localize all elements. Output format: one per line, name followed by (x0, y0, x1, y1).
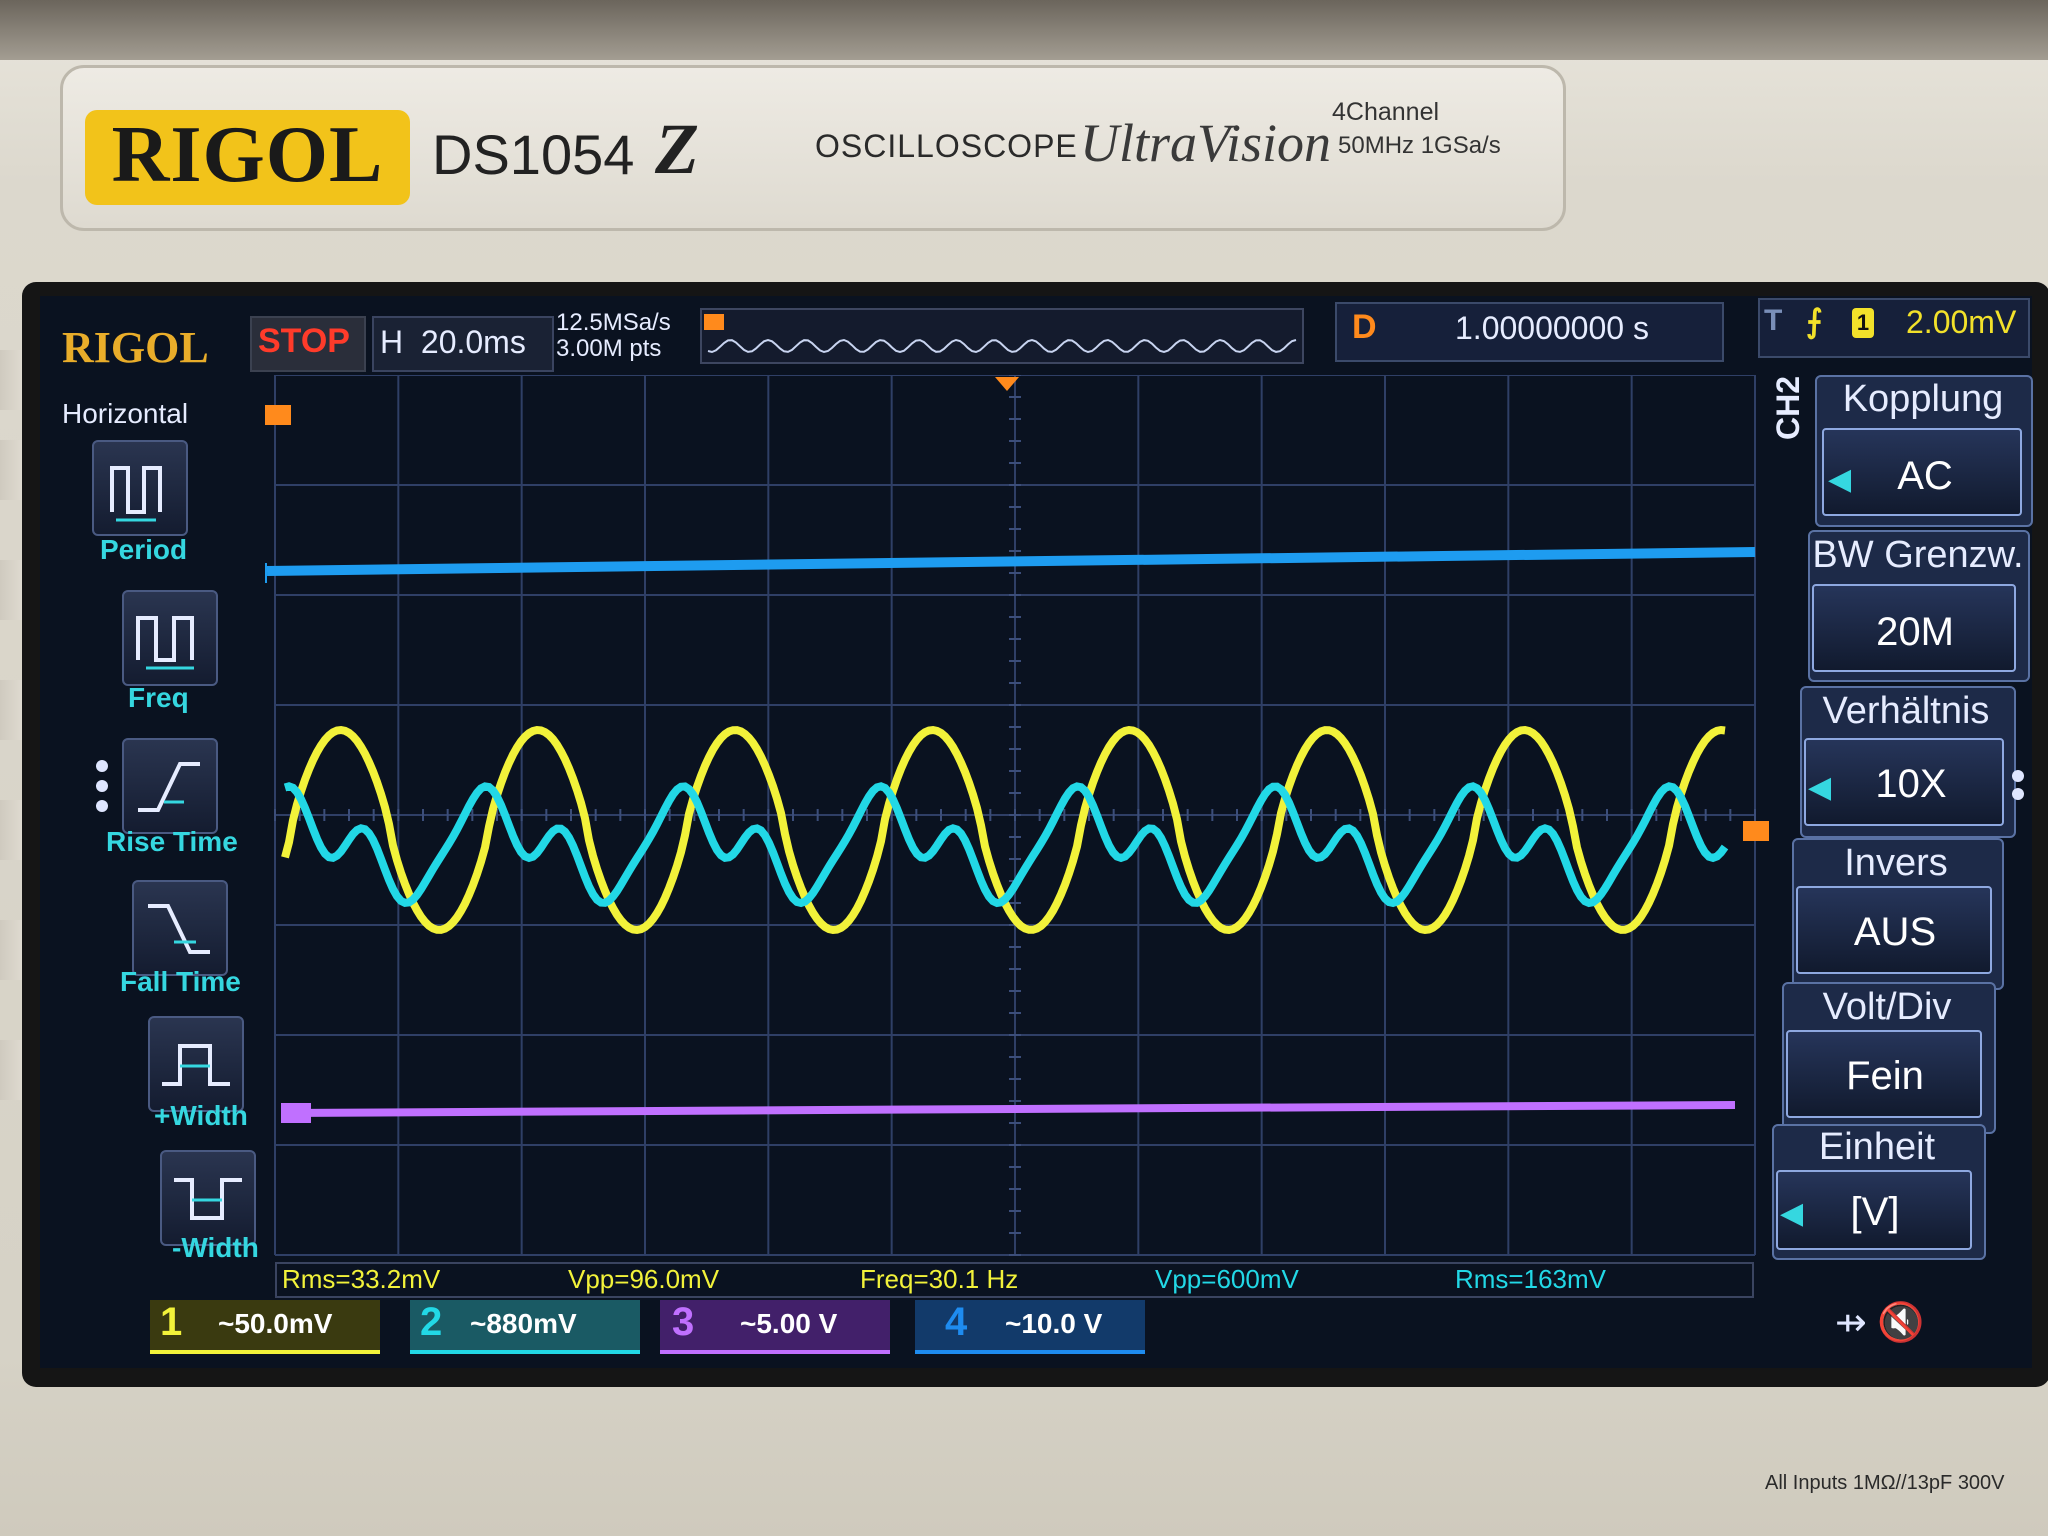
rising-edge-icon: ⨍ (1806, 303, 1823, 339)
channel-2-scale: ~880mV (470, 1308, 577, 1339)
volt-div-value: Fein (1846, 1054, 1924, 1098)
fall-time-label: Fall Time (120, 966, 241, 997)
measurement-ch1-rms: Rms=33.2mV (282, 1264, 441, 1294)
bw-limit-value: 20M (1876, 610, 1954, 654)
fall-time-icon (148, 904, 210, 954)
volt-div-title: Volt/Div (1822, 986, 1952, 1028)
spec-channels: 4Channel (1332, 98, 1440, 126)
channel-2-number: 2 (420, 1300, 443, 1344)
unit-title: Einheit (1818, 1126, 1936, 1168)
channel-1-scale: ~50.0mV (218, 1308, 333, 1339)
channel-3-scale: ~5.00 V (740, 1308, 838, 1339)
period-button[interactable] (92, 440, 188, 536)
channel-3-trace (284, 1101, 1736, 1117)
delay-label: D (1352, 308, 1377, 346)
sample-info: 12.5MSa/s 3.00M pts (556, 310, 671, 362)
measurement-ch2-rms: Rms=163mV (1455, 1264, 1606, 1294)
select-arrow-icon: ◀ (1828, 463, 1852, 496)
measurement-ch1-freq: Freq=30.1 Hz (860, 1264, 1019, 1294)
more-indicator-dot (2012, 770, 2024, 782)
kopplung-title: Kopplung (1842, 378, 2004, 420)
memory-depth: 3.00M pts (556, 335, 662, 362)
memory-waveform-overview (704, 314, 1297, 354)
freq-label: Freq (128, 682, 189, 713)
model-number: DS1054 (432, 123, 635, 186)
rise-time-icon (138, 762, 200, 812)
channel-3-number: 3 (672, 1300, 695, 1344)
model-suffix: Z (655, 109, 699, 189)
fall-time-button[interactable] (132, 880, 228, 976)
trigger-level: 2.00mV (1906, 304, 2017, 340)
neg-width-icon (174, 1178, 242, 1220)
waveform-display (265, 375, 1769, 1256)
select-arrow-icon: ◀ (1808, 771, 1832, 804)
input-rating-label: All Inputs 1MΩ//13pF 300V (1765, 1472, 2005, 1494)
brand-logo: RIGOL (111, 111, 384, 199)
trigger-level-marker (1743, 821, 1769, 841)
freq-icon (136, 616, 194, 670)
probe-ratio-value: 10X (1875, 762, 1947, 806)
usb-and-mute-icons: ⇸ 🔇 (1835, 1300, 1925, 1345)
more-indicator-dot (96, 800, 108, 812)
more-indicator-dot (96, 780, 108, 792)
rise-time-label: Rise Time (106, 826, 238, 857)
run-state-label: STOP (258, 322, 350, 360)
timebase-readout: H 20.0ms (380, 324, 526, 360)
rise-time-button[interactable] (122, 738, 218, 834)
trigger-marker-left (265, 405, 291, 425)
channel-4-scale: ~10.0 V (1005, 1308, 1103, 1339)
invert-value: AUS (1853, 910, 1937, 954)
channel-4-offset-marker (265, 563, 267, 583)
kopplung-value: AC (1897, 454, 1953, 498)
more-indicator-dot (2012, 788, 2024, 800)
left-menu-title: Horizontal (62, 398, 189, 429)
probe-ratio-title: Verhältnis (1822, 690, 1990, 732)
pos-width-icon (162, 1044, 230, 1086)
more-indicator-dot (96, 760, 108, 772)
neg-width-label: -Width (172, 1232, 259, 1263)
series-logo: UltraVision (1080, 113, 1332, 173)
select-arrow-icon: ◀ (1780, 1197, 1804, 1230)
pos-width-label: +Width (154, 1100, 248, 1131)
spec-bandwidth: 50MHz 1GSa/s (1338, 132, 1501, 159)
delay-value: 1.00000000 s (1455, 310, 1649, 346)
period-icon (110, 466, 162, 522)
channel-1-number: 1 (160, 1300, 183, 1344)
trigger-pos-marker (704, 314, 724, 330)
channel-4-trace (266, 547, 1756, 576)
pos-width-button[interactable] (148, 1016, 244, 1112)
center-tick-marks (274, 375, 1756, 1256)
freq-button[interactable] (122, 590, 218, 686)
usb-icon: ⇸ (1835, 1302, 1867, 1344)
oscilloscope-body: RIGOL DS1054 Z OSCILLOSCOPE UltraVision … (0, 0, 2048, 1536)
measurement-ch2-vpp: Vpp=600mV (1155, 1264, 1299, 1294)
measurement-ch1-vpp: Vpp=96.0mV (568, 1264, 720, 1294)
trigger-label: T (1764, 304, 1783, 337)
channel-3-offset-marker (281, 1103, 311, 1123)
menu-channel-tag: CH2 (1770, 375, 1806, 440)
device-type-label: OSCILLOSCOPE (815, 128, 1078, 164)
period-label: Period (100, 534, 188, 565)
invert-title: Invers (1844, 842, 1948, 884)
sample-rate: 12.5MSa/s (556, 309, 671, 336)
bw-limit-title: BW Grenzw. (1812, 534, 2024, 576)
unit-value: [V] (1850, 1190, 1900, 1234)
memory-overview-bar (700, 308, 1304, 364)
screen-logo: RIGOL (62, 323, 209, 372)
background-top (0, 0, 2048, 60)
speaker-mute-icon: 🔇 (1877, 1302, 1925, 1344)
channel-4-number: 4 (945, 1300, 968, 1344)
trigger-source-badge: 1 (1852, 308, 1874, 338)
